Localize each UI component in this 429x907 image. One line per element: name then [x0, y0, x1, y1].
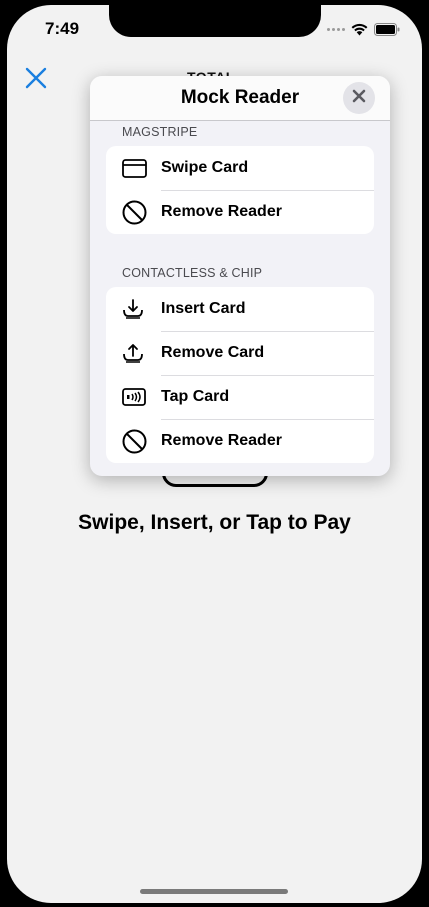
contactless-icon — [106, 388, 161, 406]
section-label-magstripe: MAGSTRIPE — [122, 125, 198, 139]
popover-header: Mock Reader — [90, 76, 390, 121]
status-time: 7:49 — [45, 19, 80, 38]
remove-reader-label: Remove Reader — [161, 432, 282, 449]
remove-reader-button-contactless[interactable]: Remove Reader — [106, 419, 374, 463]
tap-card-label: Tap Card — [161, 388, 230, 405]
remove-card-label: Remove Card — [161, 344, 265, 361]
close-icon[interactable] — [24, 66, 48, 90]
contactless-chip-group: Insert Card Remove Card Tap Card Remove … — [106, 287, 374, 463]
credit-card-icon — [106, 158, 161, 178]
prohibited-icon — [106, 429, 161, 454]
home-indicator[interactable] — [140, 889, 288, 894]
popover-close-button[interactable] — [343, 82, 375, 114]
device-notch — [109, 5, 321, 37]
swipe-card-label: Swipe Card — [161, 159, 249, 176]
wifi-icon — [351, 23, 368, 36]
battery-icon — [374, 23, 400, 36]
insert-card-button[interactable]: Insert Card — [106, 287, 374, 331]
close-icon — [352, 89, 366, 108]
remove-reader-label: Remove Reader — [161, 203, 282, 220]
insert-card-label: Insert Card — [161, 300, 246, 317]
remove-card-icon — [106, 342, 161, 364]
remove-card-button[interactable]: Remove Card — [106, 331, 374, 375]
signal-icon — [327, 28, 345, 31]
swipe-card-button[interactable]: Swipe Card — [106, 146, 374, 190]
status-icons — [327, 23, 400, 36]
tap-card-button[interactable]: Tap Card — [106, 375, 374, 419]
mock-reader-popover: Mock Reader MAGSTRIPE Swipe Card Remove … — [90, 76, 390, 476]
section-label-contactless-chip: CONTACTLESS & CHIP — [122, 266, 263, 280]
prohibited-icon — [106, 200, 161, 225]
insert-card-icon — [106, 298, 161, 320]
magstripe-group: Swipe Card Remove Reader — [106, 146, 374, 234]
remove-reader-button[interactable]: Remove Reader — [106, 190, 374, 234]
payment-prompt: Swipe, Insert, or Tap to Pay — [78, 511, 351, 534]
